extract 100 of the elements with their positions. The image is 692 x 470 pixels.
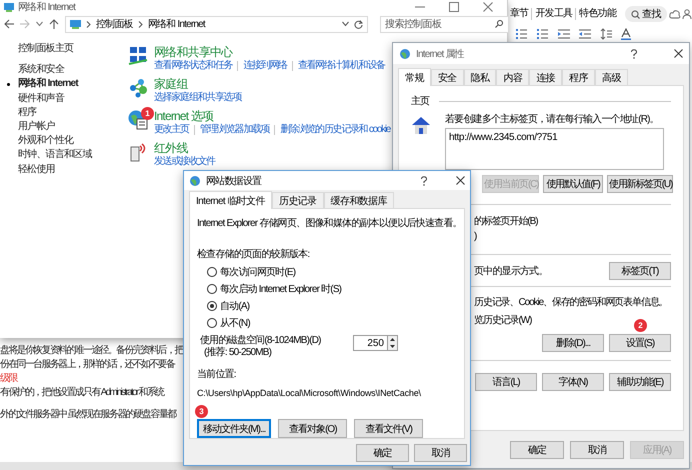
- maximize-icon[interactable]: [449, 2, 459, 12]
- tab[interactable]: 历史记录: [272, 192, 324, 208]
- close-icon[interactable]: [674, 49, 683, 58]
- section-heading: 主页: [411, 94, 430, 108]
- line-spacing-icon[interactable]: [600, 28, 612, 40]
- history-button[interactable]: 设置(S): [609, 334, 671, 352]
- globe-icon: [399, 48, 411, 60]
- category-link[interactable]: Internet 选项: [154, 109, 214, 123]
- sidebar-link[interactable]: 硬件和声音: [18, 92, 64, 106]
- sidebar-link[interactable]: 时钟、语言和区域: [18, 148, 92, 163]
- radio-option[interactable]: 从不(N): [207, 314, 458, 331]
- task-link[interactable]: 发送或接收文件: [154, 155, 215, 168]
- radio-icon[interactable]: [207, 300, 217, 310]
- tab[interactable]: 高级: [594, 69, 628, 85]
- chevron-down-icon[interactable]: [342, 21, 349, 27]
- breadcrumb-item[interactable]: 控制面板: [96, 17, 133, 31]
- ribbon-tab[interactable]: 开发工具: [531, 8, 576, 20]
- document-text: 有保护的，把他设置成只有 Administrator 和系统: [0, 386, 164, 400]
- radio-option[interactable]: 每次访问网页时(E): [207, 263, 458, 280]
- appearance-button[interactable]: 辅助功能(E): [609, 373, 671, 391]
- tab[interactable]: 程序: [562, 69, 595, 85]
- connected-dots-icon: [128, 78, 148, 98]
- sidebar-link[interactable]: 网络和 Internet: [6, 77, 78, 92]
- cloud-icon[interactable]: [669, 9, 682, 19]
- home-page-field[interactable]: http://www.2345.com/?751: [445, 128, 664, 170]
- bullet-list-icon[interactable]: [516, 28, 528, 40]
- task-link[interactable]: 选择家庭组和共享选项: [154, 91, 242, 104]
- person-icon[interactable]: [682, 9, 692, 19]
- radio-icon[interactable]: [207, 318, 217, 328]
- category-link[interactable]: 网络和共享中心: [154, 45, 232, 59]
- search-icon: [631, 10, 640, 18]
- radio-icon[interactable]: [207, 266, 217, 276]
- spin-down-button[interactable]: [388, 343, 397, 350]
- chevron-right-icon: [86, 20, 91, 28]
- search-icon: [495, 20, 503, 28]
- tab[interactable]: 内容: [496, 69, 530, 85]
- dialog-button[interactable]: 取消: [570, 441, 624, 459]
- device-signal-icon: [128, 142, 148, 162]
- numbered-list-icon[interactable]: [537, 28, 549, 40]
- back-arrow-icon[interactable]: [4, 19, 14, 29]
- step-badge: 1: [141, 107, 154, 120]
- network-icon: [128, 46, 148, 66]
- ribbon-tab[interactable]: 章节: [510, 8, 532, 20]
- radio-option[interactable]: 自动(A): [207, 297, 458, 314]
- tab[interactable]: Internet 临时文件: [189, 191, 272, 209]
- dialog-button[interactable]: 确定: [356, 444, 409, 462]
- document-heading: 级限: [0, 372, 17, 386]
- task-link[interactable]: 查看网络状态和任务: [154, 59, 232, 72]
- ribbon-tab[interactable]: 特色功能: [575, 8, 620, 20]
- sidebar-link[interactable]: 控制面板主页: [18, 42, 74, 56]
- window-title: Internet 属性: [416, 48, 464, 60]
- help-icon: [630, 48, 638, 58]
- sidebar-link[interactable]: 程序: [18, 106, 36, 120]
- indent-icon[interactable]: [558, 28, 570, 40]
- category-link[interactable]: 家庭组: [154, 77, 188, 91]
- tab[interactable]: 安全: [430, 69, 464, 85]
- chevron-down-icon[interactable]: [36, 21, 43, 27]
- appearance-button[interactable]: 字体(N): [542, 373, 604, 391]
- breadcrumb-item[interactable]: 网络和 Internet: [148, 17, 205, 31]
- task-link[interactable]: 连接到网络: [243, 59, 287, 72]
- tab[interactable]: 连接: [529, 69, 562, 85]
- text-color-icon[interactable]: [621, 28, 631, 40]
- dialog-button[interactable]: 取消: [414, 444, 467, 462]
- sidebar-link[interactable]: 用户帐户: [18, 120, 55, 134]
- globe-icon: [189, 174, 201, 186]
- task-link[interactable]: 查看网络计算机和设备: [298, 59, 385, 72]
- tab[interactable]: 隐私: [464, 69, 496, 85]
- up-arrow-icon[interactable]: [49, 19, 59, 29]
- help-icon: [420, 176, 428, 186]
- category-link[interactable]: 红外线: [154, 141, 188, 155]
- appearance-button[interactable]: 语言(L): [475, 373, 537, 391]
- home-page-button[interactable]: 使用新标签页(U): [607, 175, 673, 193]
- task-link[interactable]: 更改主页: [154, 123, 189, 136]
- radio-option[interactable]: 每次启动 Internet Explorer 时(S): [207, 280, 458, 297]
- sidebar-link[interactable]: 外观和个性化: [18, 134, 74, 148]
- task-link[interactable]: 删除浏览的历史记录和 cookie: [280, 123, 390, 136]
- number-field[interactable]: 250: [353, 335, 388, 351]
- outdent-icon[interactable]: [579, 28, 591, 40]
- folder-button[interactable]: 移动文件夹(M)...: [197, 419, 272, 438]
- sidebar-link[interactable]: 轻松使用: [18, 162, 55, 177]
- tabs-button[interactable]: 标签页(T): [609, 262, 671, 280]
- history-button[interactable]: 删除(D)...: [542, 334, 604, 352]
- folder-button[interactable]: 查看文件(V): [354, 419, 424, 438]
- tab[interactable]: 常规: [398, 68, 431, 86]
- folder-button[interactable]: 查看对象(O): [278, 419, 348, 438]
- close-icon[interactable]: [456, 176, 465, 185]
- search-button[interactable]: 查找: [625, 6, 667, 22]
- dialog-button[interactable]: 确定: [510, 441, 564, 459]
- home-page-button[interactable]: 使用默认值(F): [543, 175, 603, 193]
- document-text: 外的文件服务器中 虽然现在服务器的硬盘容量都: [0, 408, 176, 422]
- sidebar-link[interactable]: 系统和安全: [18, 63, 64, 78]
- task-link[interactable]: 管理浏览器加载项: [200, 123, 270, 136]
- option-text: ): [474, 230, 478, 244]
- tab[interactable]: 缓存和数据库: [324, 192, 394, 208]
- refresh-icon[interactable]: [354, 20, 363, 28]
- search-field[interactable]: 搜索控制面板: [380, 16, 509, 32]
- spin-up-button[interactable]: [388, 336, 397, 343]
- radio-icon[interactable]: [207, 284, 217, 294]
- window-title: 网站数据设置: [206, 174, 262, 188]
- field-label: 使用的磁盘空间(8-1024MB)(D): [200, 335, 322, 346]
